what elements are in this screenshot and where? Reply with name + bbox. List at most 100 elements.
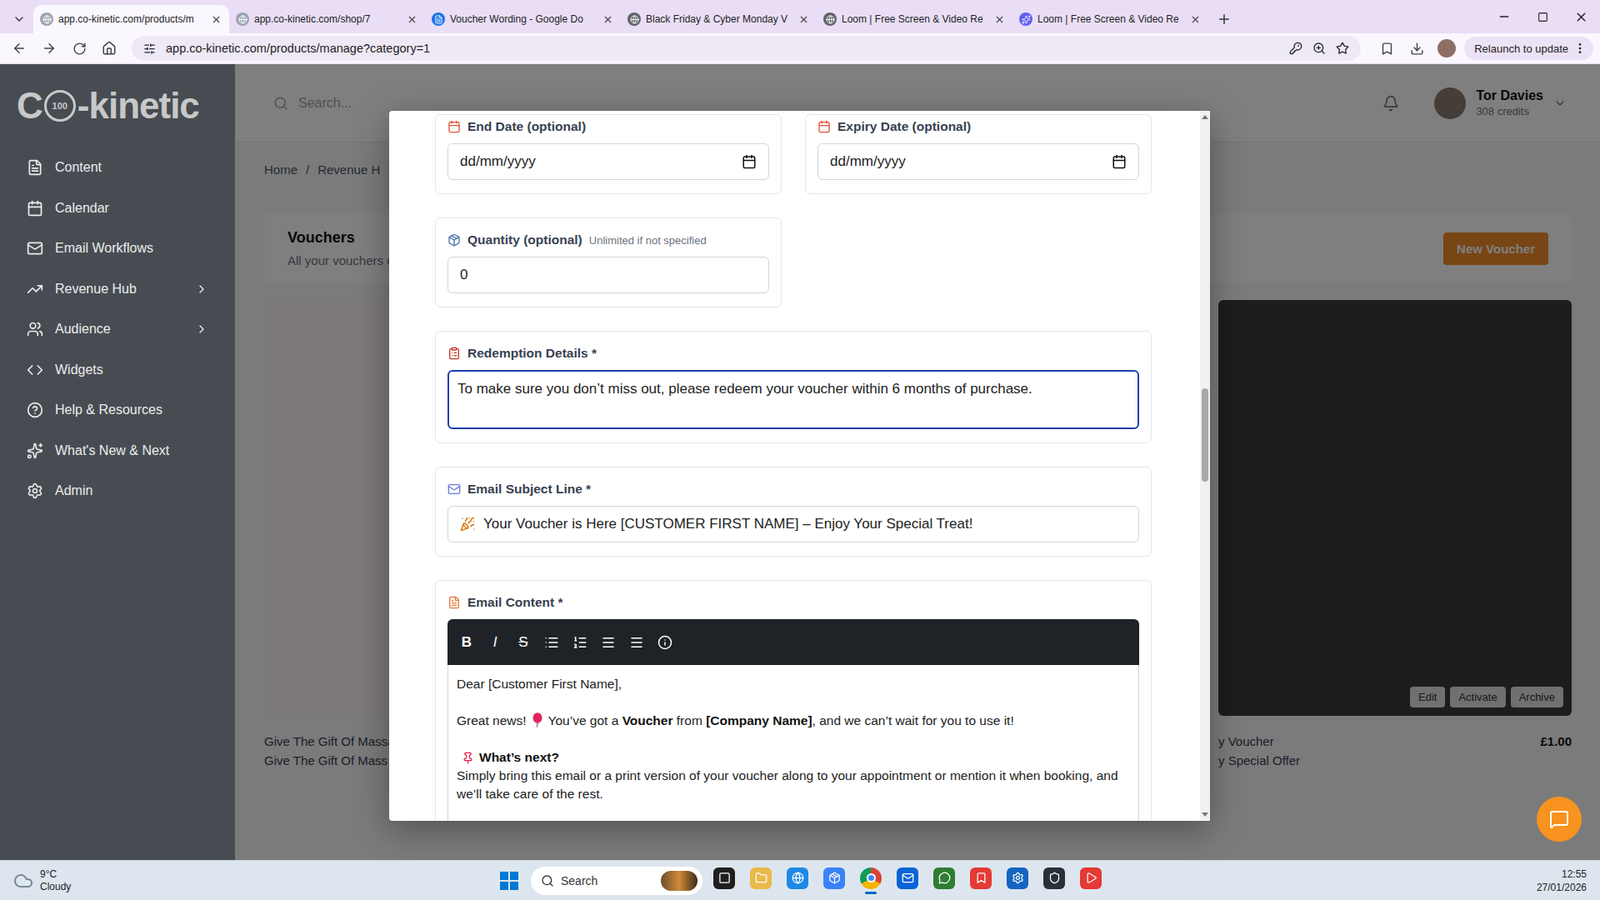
mail-icon — [447, 482, 461, 496]
favicon-icon — [431, 12, 445, 26]
browser-tab[interactable]: app.co-kinetic.com/shop/7 — [229, 5, 425, 34]
tab-close-button[interactable] — [796, 12, 810, 26]
toolbar-icon[interactable] — [572, 635, 588, 650]
weather-text: Cloudy — [40, 880, 71, 894]
search-icon — [540, 874, 555, 888]
format-button[interactable]: S — [515, 634, 531, 651]
minimize-button[interactable] — [1485, 0, 1524, 34]
browser-tab[interactable]: Black Friday & Cyber Monday V — [620, 5, 817, 34]
sidebar-item[interactable]: Email Workflows — [0, 228, 235, 270]
close-icon — [1574, 10, 1589, 25]
sidebar-item[interactable]: Calendar — [0, 188, 235, 230]
sidebar-item-label: Admin — [55, 483, 209, 499]
calendar-picker-icon[interactable] — [1111, 154, 1127, 170]
close-window-button[interactable] — [1561, 0, 1600, 34]
tab-close-button[interactable] — [1188, 12, 1202, 26]
chat-button[interactable] — [1536, 796, 1582, 842]
scrollbar[interactable] — [1200, 110, 1210, 821]
tab-close-button[interactable] — [600, 12, 615, 26]
maximize-icon — [1537, 11, 1549, 23]
taskbar-app[interactable] — [1075, 864, 1106, 898]
start-button[interactable] — [494, 865, 525, 896]
zoom-icon[interactable] — [1312, 41, 1326, 55]
scroll-up-icon[interactable] — [1201, 115, 1209, 120]
tab-search-button[interactable] — [5, 5, 34, 34]
sidebar-item[interactable]: Audience — [0, 309, 235, 350]
toolbar-icon[interactable] — [544, 635, 560, 650]
key-icon[interactable] — [1289, 41, 1303, 55]
back-button[interactable] — [6, 35, 32, 61]
star-icon[interactable] — [1335, 41, 1350, 55]
app-glyph-icon — [791, 871, 805, 885]
new-tab-button[interactable] — [1211, 5, 1237, 34]
text: from — [673, 713, 707, 728]
reload-button[interactable] — [66, 35, 92, 61]
favicon-icon — [1019, 12, 1033, 26]
date-input[interactable]: dd/mm/yyyy — [817, 143, 1140, 180]
field-label: Redemption Details * — [447, 345, 1140, 362]
tab-label: app.co-kinetic.com/products/m — [58, 13, 205, 25]
calendar-picker-icon[interactable] — [741, 154, 757, 170]
weather-widget[interactable]: 9°CCloudy — [13, 868, 495, 894]
sidebar-item[interactable]: Content — [0, 147, 235, 189]
taskbar-app[interactable] — [892, 864, 923, 898]
chevron-down-icon — [12, 12, 26, 26]
browser-tab[interactable]: Loom | Free Screen & Video Re — [1012, 5, 1209, 34]
omnibox[interactable]: app.co-kinetic.com/products/manage?categ… — [131, 35, 1361, 61]
nav-icon — [26, 482, 44, 500]
taskbar-app[interactable] — [929, 864, 960, 898]
windows-logo-icon[interactable] — [500, 871, 519, 890]
app-glyph-icon — [755, 871, 768, 885]
format-button[interactable]: I — [487, 634, 503, 651]
bookmarks-button[interactable] — [1374, 35, 1400, 61]
site-icon — [42, 15, 52, 25]
logo[interactable]: C100-kinetic — [0, 64, 235, 148]
tab-close-button[interactable] — [405, 12, 419, 26]
bookmark-icon — [1380, 41, 1395, 56]
taskbar-app[interactable] — [855, 864, 886, 898]
scroll-thumb[interactable] — [1201, 388, 1209, 482]
taskbar-app[interactable] — [709, 864, 740, 898]
relaunch-button[interactable]: Relaunch to update — [1464, 36, 1594, 60]
taskbar-app[interactable] — [819, 864, 850, 898]
profile-button[interactable] — [1434, 35, 1460, 61]
taskbar-app[interactable] — [745, 864, 776, 898]
subject-input[interactable]: Your Voucher is Here [CUSTOMER FIRST NAM… — [447, 505, 1140, 543]
browser-tab[interactable]: Voucher Wording - Google Do — [425, 5, 621, 34]
maximize-button[interactable] — [1523, 0, 1562, 34]
home-button[interactable] — [96, 35, 122, 61]
downloads-button[interactable] — [1404, 35, 1430, 61]
date-field-card: Expiry Date (optional)dd/mm/yyyy — [805, 114, 1152, 195]
clock[interactable]: 12:5527/01/2026 — [1536, 867, 1587, 895]
browser-tab[interactable]: Loom | Free Screen & Video Re — [816, 5, 1013, 34]
sidebar-item[interactable]: Help & Resources — [0, 390, 235, 431]
redemption-textarea[interactable]: To make sure you don’t miss out, please … — [447, 370, 1140, 430]
tab-close-button[interactable] — [209, 12, 223, 26]
sidebar-item[interactable]: Revenue Hub — [0, 269, 235, 310]
toolbar-icon[interactable] — [657, 635, 673, 650]
taskbar-app[interactable] — [965, 864, 996, 898]
close-icon — [210, 14, 222, 25]
favicon-icon — [40, 12, 54, 26]
date-placeholder: dd/mm/yyyy — [460, 153, 734, 170]
editor-content[interactable]: Dear [Customer First Name],Great news!Yo… — [447, 665, 1140, 821]
sidebar-item[interactable]: Admin — [0, 470, 235, 512]
tab-close-button[interactable] — [992, 12, 1006, 26]
pin-icon-wrap — [461, 751, 475, 765]
toolbar-icon[interactable] — [629, 635, 645, 650]
scroll-down-icon[interactable] — [1201, 812, 1209, 817]
format-button[interactable]: B — [459, 634, 475, 651]
toolbar-icon[interactable] — [600, 635, 616, 650]
browser-tab[interactable]: app.co-kinetic.com/products/m — [33, 5, 230, 34]
taskbar-app[interactable] — [782, 864, 813, 898]
date-input[interactable]: dd/mm/yyyy — [447, 143, 770, 180]
sidebar-item[interactable]: What's New & Next — [0, 430, 235, 472]
taskbar-app[interactable] — [1002, 864, 1033, 898]
app-icon — [933, 867, 955, 890]
taskbar-app[interactable] — [1039, 864, 1070, 898]
close-icon — [406, 14, 418, 25]
forward-button[interactable] — [36, 35, 62, 61]
quantity-input[interactable]: 0 — [447, 256, 770, 294]
sidebar-item[interactable]: Widgets — [0, 350, 235, 391]
taskbar-search[interactable]: Search — [530, 866, 703, 895]
